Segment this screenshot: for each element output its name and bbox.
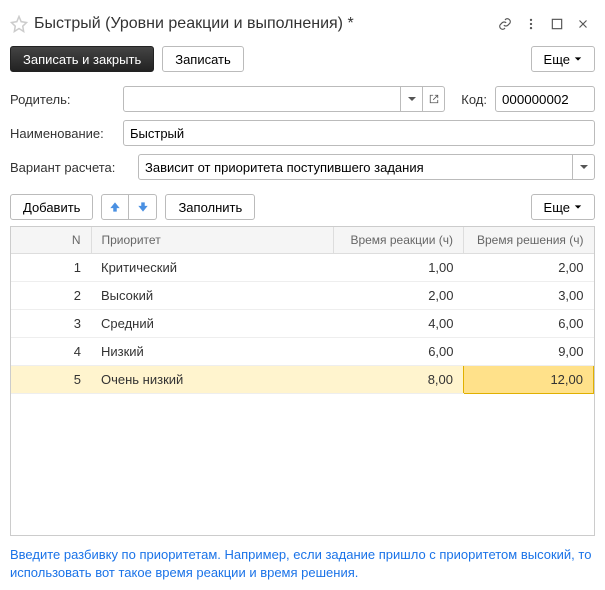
table-row[interactable]: 1Критический1,002,00 [11, 254, 594, 282]
title-bar: Быстрый (Уровни реакции и выполнения) * [10, 8, 595, 40]
cell-resolution[interactable]: 6,00 [464, 310, 594, 338]
name-row: Наименование: [10, 116, 595, 150]
parent-dropdown-button[interactable] [401, 86, 423, 112]
table-row[interactable]: 3Средний4,006,00 [11, 310, 594, 338]
name-label: Наименование: [10, 126, 115, 141]
code-label: Код: [461, 92, 487, 107]
chevron-down-icon [574, 55, 582, 63]
maximize-icon[interactable] [545, 12, 569, 36]
cell-priority[interactable]: Критический [91, 254, 334, 282]
parent-input[interactable] [123, 86, 401, 112]
cell-resolution[interactable]: 2,00 [464, 254, 594, 282]
table-more-button[interactable]: Еще [531, 194, 595, 220]
save-close-button[interactable]: Записать и закрыть [10, 46, 154, 72]
hint-text: Введите разбивку по приоритетам. Наприме… [10, 536, 595, 582]
table-row[interactable]: 5Очень низкий8,0012,00 [11, 366, 594, 394]
calc-dropdown-button[interactable] [573, 154, 595, 180]
name-input[interactable] [123, 120, 595, 146]
calc-input[interactable] [138, 154, 573, 180]
cell-resolution[interactable]: 12,00 [464, 366, 594, 394]
table-toolbar: Добавить Заполнить Еще [10, 184, 595, 226]
parent-open-button[interactable] [423, 86, 445, 112]
more-button[interactable]: Еще [531, 46, 595, 72]
save-button[interactable]: Записать [162, 46, 244, 72]
kebab-menu-icon[interactable] [519, 12, 543, 36]
col-priority-header[interactable]: Приоритет [91, 227, 334, 254]
move-down-button[interactable] [129, 194, 157, 220]
table-row[interactable]: 2Высокий2,003,00 [11, 282, 594, 310]
cell-reaction[interactable]: 8,00 [334, 366, 464, 394]
fill-button[interactable]: Заполнить [165, 194, 255, 220]
parent-label: Родитель: [10, 92, 115, 107]
cell-n[interactable]: 2 [11, 282, 91, 310]
parent-row: Родитель: Код: [10, 82, 595, 116]
cell-resolution[interactable]: 9,00 [464, 338, 594, 366]
close-icon[interactable] [571, 12, 595, 36]
cell-reaction[interactable]: 6,00 [334, 338, 464, 366]
cell-n[interactable]: 1 [11, 254, 91, 282]
cell-priority[interactable]: Очень низкий [91, 366, 334, 394]
cell-n[interactable]: 5 [11, 366, 91, 394]
add-button[interactable]: Добавить [10, 194, 93, 220]
priority-table[interactable]: N Приоритет Время реакции (ч) Время реше… [10, 226, 595, 536]
cell-priority[interactable]: Высокий [91, 282, 334, 310]
cell-reaction[interactable]: 2,00 [334, 282, 464, 310]
cell-n[interactable]: 3 [11, 310, 91, 338]
cell-reaction[interactable]: 4,00 [334, 310, 464, 338]
col-reaction-header[interactable]: Время реакции (ч) [334, 227, 464, 254]
link-icon[interactable] [493, 12, 517, 36]
cell-reaction[interactable]: 1,00 [334, 254, 464, 282]
col-n-header[interactable]: N [11, 227, 91, 254]
window-title: Быстрый (Уровни реакции и выполнения) * [34, 15, 487, 33]
move-up-button[interactable] [101, 194, 129, 220]
col-resolution-header[interactable]: Время решения (ч) [464, 227, 594, 254]
chevron-down-icon [574, 203, 582, 211]
cell-resolution[interactable]: 3,00 [464, 282, 594, 310]
table-row[interactable]: 4Низкий6,009,00 [11, 338, 594, 366]
cell-priority[interactable]: Средний [91, 310, 334, 338]
calc-label: Вариант расчета: [10, 160, 130, 175]
main-toolbar: Записать и закрыть Записать Еще [10, 40, 595, 82]
cell-n[interactable]: 4 [11, 338, 91, 366]
code-input[interactable] [495, 86, 595, 112]
calc-row: Вариант расчета: [10, 150, 595, 184]
cell-priority[interactable]: Низкий [91, 338, 334, 366]
favorite-star-icon[interactable] [10, 15, 28, 33]
